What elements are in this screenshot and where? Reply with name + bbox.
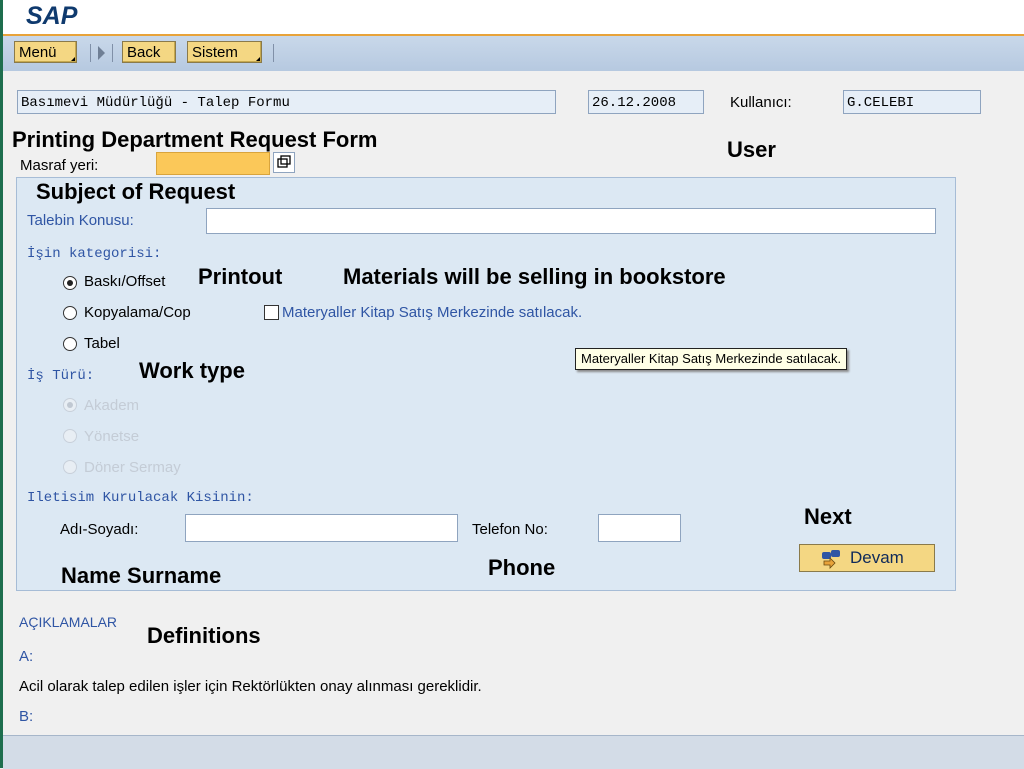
bookstore-checkbox-label: Materyaller Kitap Satış Merkezinde satıl… xyxy=(282,304,583,321)
annotation-definitions: Definitions xyxy=(147,623,261,648)
annotation-form-title: Printing Department Request Form xyxy=(12,127,378,152)
name-label: Adı-Soyadı: xyxy=(60,521,139,538)
phone-label: Telefon No: xyxy=(472,521,548,538)
radio-label-baski-offset: Baskı/Offset xyxy=(84,273,166,290)
annotation-name: Name Surname xyxy=(61,563,222,588)
value-help-icon xyxy=(277,155,291,168)
value-help-button[interactable] xyxy=(273,152,295,173)
form-title-field: Basımevi Müdürlüğü - Talep Formu xyxy=(17,90,556,114)
toolbar-separator xyxy=(273,44,274,62)
back-button-label: Back xyxy=(127,44,161,61)
annotation-next: Next xyxy=(804,504,852,529)
next-button[interactable]: Devam xyxy=(799,544,935,572)
sistem-button-label: Sistem xyxy=(192,44,238,61)
radio-label-tabel: Tabel xyxy=(84,335,120,352)
toolbar-separator xyxy=(90,44,91,62)
sistem-button[interactable]: Sistem xyxy=(187,41,262,63)
radio-akadem[interactable] xyxy=(63,398,77,412)
name-input[interactable] xyxy=(185,514,458,542)
note-b-label: B: xyxy=(19,708,34,725)
note-a-label: A: xyxy=(19,648,34,665)
radio-label-akadem: Akadem xyxy=(84,397,140,414)
toolbar: Menü Back Sistem xyxy=(3,36,1024,71)
radio-yonetse[interactable] xyxy=(63,429,77,443)
annotation-work-type: Work type xyxy=(139,358,245,383)
menu-button[interactable]: Menü xyxy=(14,41,77,63)
subject-input[interactable] xyxy=(206,208,936,234)
notes-heading: AÇIKLAMALAR xyxy=(19,614,118,630)
tooltip: Materyaller Kitap Satış Merkezinde satıl… xyxy=(575,348,848,370)
cost-center-label: Masraf yeri: xyxy=(20,157,99,174)
radio-label-doner-sermaye: Döner Sermay xyxy=(84,459,181,476)
sap-logo: SAP xyxy=(26,2,78,30)
window-left-border xyxy=(0,0,3,768)
annotation-user: User xyxy=(727,137,776,162)
execute-icon xyxy=(822,550,840,569)
back-button[interactable]: Back xyxy=(122,41,176,63)
radio-tabel[interactable] xyxy=(63,337,77,351)
user-field: G.CELEBI xyxy=(843,90,981,114)
annotation-phone: Phone xyxy=(488,555,556,580)
next-button-label: Devam xyxy=(850,548,904,567)
radio-label-kopyalama: Kopyalama/Cop xyxy=(84,304,191,321)
annotation-materials: Materials will be selling in bookstore xyxy=(343,264,726,289)
work-type-heading: İş Türü: xyxy=(27,368,95,384)
bookstore-checkbox[interactable] xyxy=(264,305,279,320)
cost-center-input[interactable] xyxy=(156,152,270,175)
radio-label-yonetse: Yönetse xyxy=(84,428,140,445)
radio-baski-offset[interactable] xyxy=(63,276,77,290)
note-a-text: Acil olarak talep edilen işler için Rekt… xyxy=(19,678,482,695)
radio-doner-sermaye[interactable] xyxy=(63,460,77,474)
subject-label: Talebin Konusu: xyxy=(27,212,134,229)
forward-arrow-icon[interactable] xyxy=(98,46,105,60)
status-bar xyxy=(3,735,1024,769)
phone-input[interactable] xyxy=(598,514,681,542)
annotation-subject: Subject of Request xyxy=(36,179,236,204)
user-label: Kullanıcı: xyxy=(730,94,792,111)
date-field: 26.12.2008 xyxy=(588,90,704,114)
title-bar xyxy=(3,0,1024,36)
toolbar-separator xyxy=(112,44,113,62)
category-heading: İşin kategorisi: xyxy=(27,246,162,262)
menu-button-label: Menü xyxy=(19,44,57,61)
contact-heading: Iletisim Kurulacak Kisinin: xyxy=(27,490,254,506)
radio-kopyalama[interactable] xyxy=(63,306,77,320)
annotation-printout: Printout xyxy=(198,264,283,289)
